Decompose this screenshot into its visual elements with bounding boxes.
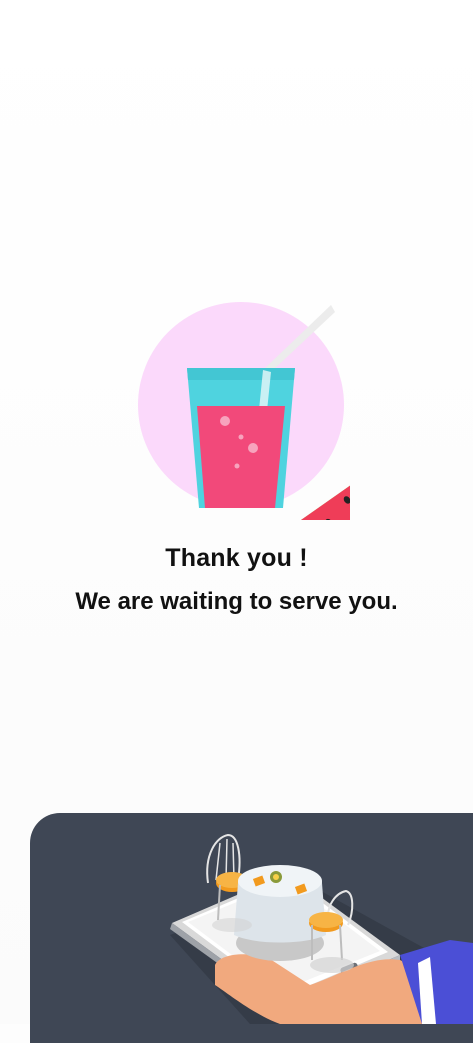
- thank-you-title: Thank you !: [165, 544, 308, 572]
- juice: [197, 406, 285, 508]
- waiting-message: We are waiting to serve you.: [75, 588, 398, 615]
- phone-restaurant-illustration: [170, 833, 473, 1024]
- order-confirmation-screen: Thank you ! We are waiting to serve you.: [0, 0, 473, 1043]
- juice-watermelon-illustration: [138, 302, 350, 520]
